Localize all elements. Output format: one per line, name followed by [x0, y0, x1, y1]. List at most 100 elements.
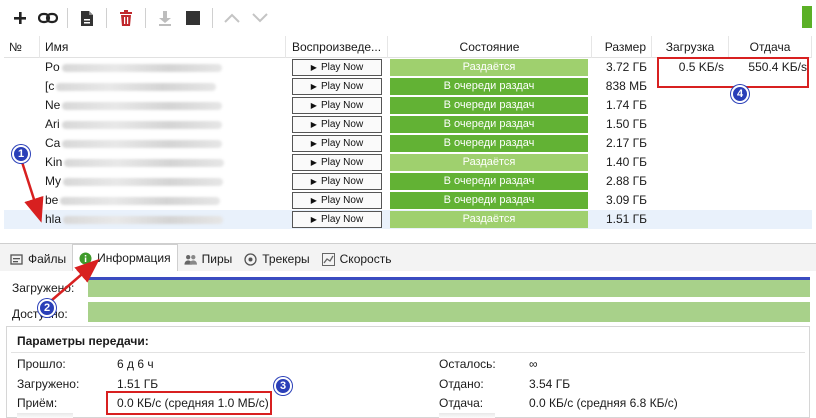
row-state-cell: В очереди раздач [388, 96, 592, 115]
table-header: № Имя Воспроизведе... Состояние Размер З… [4, 36, 812, 58]
row-state-cell: В очереди раздач [388, 115, 592, 134]
row-size: 1.51 ГБ [605, 212, 647, 226]
play-now-button[interactable]: ▶ Play Now [292, 135, 382, 152]
column-header-download[interactable]: Загрузка [652, 36, 729, 58]
downloaded-stat-label: Загружено: [17, 377, 80, 391]
row-name: Ca [40, 134, 286, 153]
table-row[interactable]: hla ▶ Play Now Раздаётся 1.51 ГБ [4, 210, 812, 229]
table-row[interactable]: Kin ▶ Play Now Раздаётся 1.40 ГБ [4, 153, 812, 172]
row-play-cell: ▶ Play Now [286, 58, 388, 77]
row-name: Ne [40, 96, 286, 115]
row-upload-speed [729, 115, 812, 134]
state-badge: В очереди раздач [390, 135, 588, 152]
receive-label: Приём: [17, 396, 58, 410]
info-icon [79, 252, 92, 265]
add-icon[interactable] [6, 4, 34, 32]
tab-trackers[interactable]: Трекеры [238, 247, 315, 271]
blurred-filename [62, 139, 223, 148]
play-now-button[interactable]: ▶ Play Now [292, 154, 382, 171]
row-size: 3.72 ГБ [605, 60, 647, 74]
play-icon: ▶ [310, 215, 317, 224]
downloaded-stat-value: 1.51 ГБ [117, 377, 159, 391]
row-play-cell: ▶ Play Now [286, 153, 388, 172]
column-header-state[interactable]: Состояние [388, 36, 592, 58]
row-download-speed [652, 134, 729, 153]
table-row[interactable]: Ca ▶ Play Now В очереди раздач 2.17 ГБ [4, 134, 812, 153]
row-name: Ari [40, 115, 286, 134]
play-now-button[interactable]: ▶ Play Now [292, 78, 382, 95]
play-now-label: Play Now [320, 176, 364, 187]
row-name-text: Kin [45, 155, 63, 169]
row-name-text: My [45, 174, 61, 188]
blurred-filename [63, 215, 224, 224]
row-play-cell: ▶ Play Now [286, 96, 388, 115]
table-row[interactable]: be ▶ Play Now В очереди раздач 3.09 ГБ [4, 191, 812, 210]
row-state-cell: Раздаётся [388, 153, 592, 172]
play-icon: ▶ [310, 63, 317, 72]
link-icon[interactable] [34, 4, 62, 32]
play-now-label: Play Now [320, 157, 364, 168]
toolbar-divider [212, 8, 213, 28]
tab-speed[interactable]: Скорость [316, 247, 398, 271]
column-header-size[interactable]: Размер [592, 36, 652, 58]
row-name-text: Ari [45, 117, 60, 131]
table-row[interactable]: My ▶ Play Now В очереди раздач 2.88 ГБ [4, 172, 812, 191]
download-icon[interactable] [151, 4, 179, 32]
column-header-upload[interactable]: Отдача [729, 36, 812, 58]
state-badge: В очереди раздач [390, 97, 588, 114]
tab-peers[interactable]: Пиры [178, 247, 239, 271]
toolbar-divider [67, 8, 68, 28]
row-name-text: hla [45, 212, 62, 226]
divider [11, 352, 805, 353]
files-icon [10, 253, 23, 266]
file-icon[interactable] [73, 4, 101, 32]
row-number [4, 210, 40, 229]
row-name: Kin [40, 153, 286, 172]
annotation-badge-2: 2 [38, 299, 56, 317]
play-now-label: Play Now [320, 214, 364, 225]
details-tabbar: Файлы Информация Пиры Трекеры Скорость [0, 243, 816, 271]
play-icon: ▶ [310, 120, 317, 129]
row-download-speed [652, 96, 729, 115]
uploaded-value: 3.54 ГБ [529, 377, 571, 391]
state-badge: Раздаётся [390, 211, 588, 228]
play-now-button[interactable]: ▶ Play Now [292, 97, 382, 114]
column-header-play[interactable]: Воспроизведе... [286, 36, 388, 58]
row-size: 838 МБ [605, 79, 647, 93]
remaining-value: ∞ [529, 357, 538, 371]
play-now-label: Play Now [320, 62, 364, 73]
blurred-filename [61, 120, 222, 129]
column-header-name[interactable]: Имя [40, 36, 286, 58]
blurred-filename [56, 82, 217, 91]
transfer-parameters-title: Параметры передачи: [17, 334, 149, 348]
play-now-label: Play Now [320, 100, 364, 111]
row-upload-speed [729, 172, 812, 191]
chevron-up-icon[interactable] [218, 4, 246, 32]
play-now-button[interactable]: ▶ Play Now [292, 192, 382, 209]
column-header-number[interactable]: № [4, 36, 40, 58]
tab-files[interactable]: Файлы [4, 247, 72, 271]
annotation-badge-4: 4 [731, 85, 749, 103]
stop-icon[interactable] [179, 4, 207, 32]
play-now-button[interactable]: ▶ Play Now [292, 59, 382, 76]
play-now-button[interactable]: ▶ Play Now [292, 116, 382, 133]
toolbar-divider [145, 8, 146, 28]
tab-label: Трекеры [262, 252, 310, 266]
row-number [4, 115, 40, 134]
delete-icon[interactable] [112, 4, 140, 32]
table-row[interactable]: Ari ▶ Play Now В очереди раздач 1.50 ГБ [4, 115, 812, 134]
row-play-cell: ▶ Play Now [286, 115, 388, 134]
annotation-badge-1: 1 [12, 145, 30, 163]
play-now-label: Play Now [320, 195, 364, 206]
toolbar-divider [106, 8, 107, 28]
state-badge: В очереди раздач [390, 192, 588, 209]
row-size: 1.50 ГБ [605, 117, 647, 131]
tab-info[interactable]: Информация [72, 244, 178, 271]
play-now-button[interactable]: ▶ Play Now [292, 173, 382, 190]
table-row[interactable]: Ne ▶ Play Now В очереди раздач 1.74 ГБ [4, 96, 812, 115]
play-icon: ▶ [310, 101, 317, 110]
chevron-down-icon[interactable] [246, 4, 274, 32]
annotation-box-receive [106, 391, 272, 415]
row-name-text: Ne [45, 98, 61, 112]
play-now-button[interactable]: ▶ Play Now [292, 211, 382, 228]
